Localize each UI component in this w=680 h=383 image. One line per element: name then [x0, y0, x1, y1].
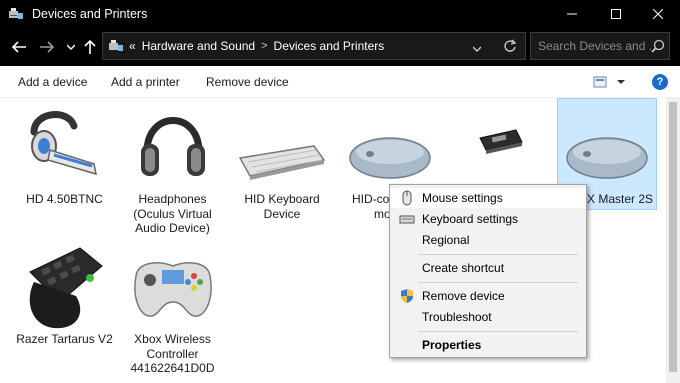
minimize-button[interactable] — [550, 0, 594, 28]
refresh-icon — [504, 39, 517, 52]
device-label-line-1: Headphones — [138, 192, 207, 206]
search-field[interactable]: Search Devices and ... — [530, 32, 670, 60]
add-device-button[interactable]: Add a device — [18, 75, 87, 89]
device-label-line-2: (Oculus Virtual — [133, 206, 212, 221]
arrow-left-icon — [12, 41, 26, 53]
address-dropdown-button[interactable] — [472, 41, 482, 55]
breadcrumb-overflow[interactable]: « — [129, 39, 136, 53]
keyboard-icon — [238, 145, 326, 180]
remove-device-button[interactable]: Remove device — [206, 75, 289, 89]
menu-item-label: Create shortcut — [422, 261, 505, 275]
device-label-line-3: Audio Device) — [135, 221, 210, 235]
back-button[interactable] — [10, 38, 28, 56]
device-label-line-2: Device — [263, 206, 301, 221]
keyboard-icon — [399, 211, 415, 227]
folder-icon — [108, 39, 124, 53]
window-title: Devices and Printers — [32, 7, 148, 21]
close-button[interactable] — [636, 0, 680, 28]
menu-separator — [418, 331, 578, 332]
context-menu: Mouse settings Keyboard settings Regiona… — [389, 184, 587, 358]
menu-item-label: Troubleshoot — [422, 310, 492, 324]
chevron-down-icon — [472, 46, 482, 52]
menu-item-label: Regional — [422, 233, 470, 247]
headset-icon — [30, 111, 97, 176]
gamepad-icon — [134, 262, 212, 317]
keypad-icon — [29, 247, 103, 329]
headphones-icon — [141, 117, 205, 176]
view-options-icon — [593, 76, 625, 88]
menu-item-troubleshoot[interactable]: Troubleshoot — [390, 307, 586, 327]
change-view-button[interactable] — [593, 75, 627, 92]
menu-item-properties[interactable]: Properties — [390, 335, 586, 355]
recent-locations-button[interactable] — [62, 38, 80, 56]
menu-item-label: Properties — [422, 338, 482, 352]
refresh-button[interactable] — [503, 39, 517, 56]
up-button[interactable] — [81, 38, 99, 56]
forward-button[interactable] — [38, 38, 56, 56]
add-printer-button[interactable]: Add a printer — [111, 75, 180, 89]
device-headphones-oculus[interactable]: Headphones (Oculus Virtual Audio Device) — [120, 102, 225, 235]
chevron-down-icon — [67, 44, 75, 50]
address-bar[interactable]: « Hardware and Sound > Devices and Print… — [102, 32, 526, 60]
maximize-icon — [611, 9, 621, 19]
menu-item-label: Mouse settings — [422, 191, 503, 205]
close-icon — [653, 9, 663, 19]
breadcrumb-separator-icon: > — [261, 40, 268, 52]
command-bar — [0, 66, 680, 98]
device-xbox-wireless-controller[interactable]: Xbox Wireless Controller 441622641D0D — [120, 240, 225, 380]
breadcrumb-devices-and-printers[interactable]: Devices and Printers — [274, 39, 385, 53]
device-label: HD 4.50BTNC — [26, 192, 103, 206]
menu-item-create-shortcut[interactable]: Create shortcut — [390, 258, 586, 278]
menu-separator — [418, 254, 578, 255]
device-hid-keyboard[interactable]: HID Keyboard Device — [230, 102, 334, 222]
devices-printers-icon — [8, 7, 24, 21]
search-icon — [651, 39, 665, 56]
maximize-button[interactable] — [594, 0, 638, 28]
help-button[interactable]: ? — [652, 74, 668, 90]
device-label: Razer Tartarus V2 — [16, 332, 113, 346]
uac-shield-icon — [399, 288, 415, 304]
mouse-icon — [399, 190, 415, 206]
scrollbar-thumb[interactable] — [669, 102, 677, 372]
device-label-line-1: HID Keyboard — [244, 192, 320, 206]
mouse-icon — [566, 137, 648, 179]
menu-item-remove-device[interactable]: Remove device — [390, 286, 586, 306]
device-label: X Master 2S — [587, 192, 654, 206]
menu-separator — [418, 282, 578, 283]
device-razer-tartarus-v2[interactable]: Razer Tartarus V2 — [12, 240, 117, 350]
arrow-right-icon — [40, 41, 54, 53]
minimize-icon — [567, 13, 577, 15]
menu-item-label: Keyboard settings — [422, 212, 519, 226]
menu-item-regional[interactable]: Regional — [390, 230, 586, 250]
search-placeholder: Search Devices and ... — [538, 39, 659, 53]
mouse-icon — [349, 137, 431, 179]
usb-receiver-icon — [479, 129, 523, 154]
breadcrumb-hardware-and-sound[interactable]: Hardware and Sound — [142, 39, 255, 53]
menu-item-mouse-settings[interactable]: Mouse settings — [390, 188, 586, 208]
device-usb-receiver[interactable] — [450, 102, 550, 182]
arrow-up-icon — [84, 40, 96, 54]
menu-item-label: Remove device — [422, 289, 505, 303]
device-label-line-1: Xbox Wireless — [134, 332, 211, 346]
device-hd-450btnc[interactable]: HD 4.50BTNC — [12, 102, 117, 207]
menu-item-keyboard-settings[interactable]: Keyboard settings — [390, 209, 586, 229]
device-label-line-2: Controller — [146, 346, 199, 361]
device-label-line-3: 441622641D0D — [130, 361, 215, 375]
